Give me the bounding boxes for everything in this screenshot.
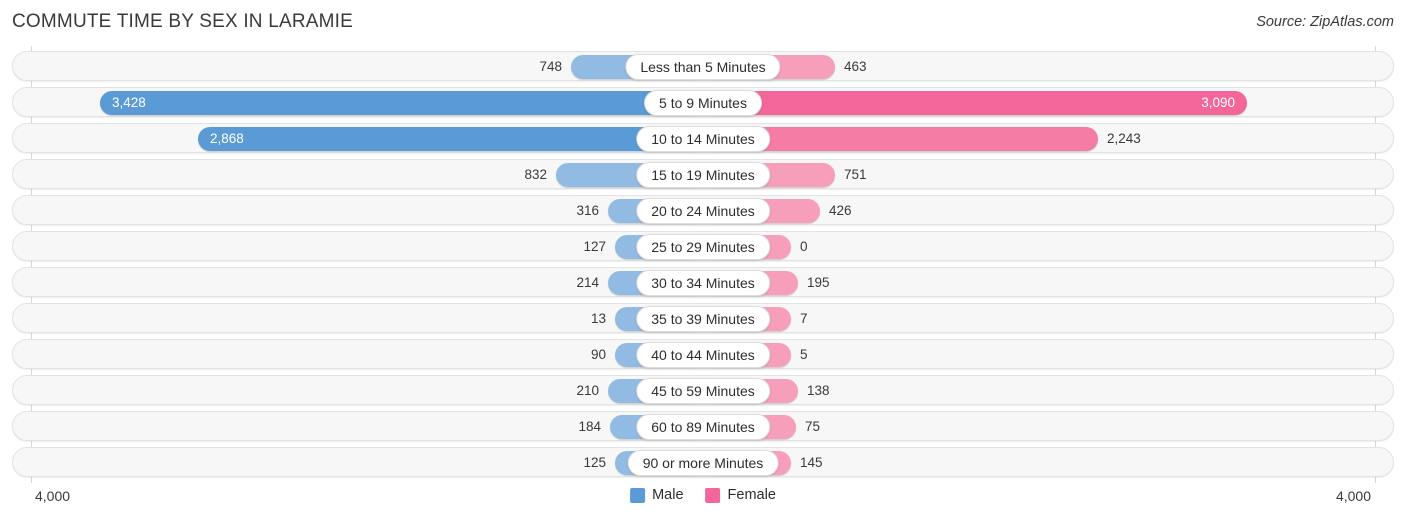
page-title: COMMUTE TIME BY SEX IN LARAMIE (12, 11, 354, 32)
bar-value-male: 214 (576, 275, 599, 290)
table-row[interactable]: 316 426 20 to 24 Minutes (12, 195, 1394, 225)
table-row[interactable]: 214 195 30 to 34 Minutes (12, 267, 1394, 297)
bar-value-female: 463 (844, 59, 867, 74)
bar-value-male: 3,428 (112, 95, 146, 110)
bar-male[interactable]: 3,428 (100, 91, 703, 115)
category-label: 45 to 59 Minutes (636, 378, 770, 404)
legend-label: Male (652, 487, 684, 503)
legend-item-female[interactable]: Female (705, 487, 776, 503)
bar-value-male: 748 (539, 59, 562, 74)
category-label: 20 to 24 Minutes (636, 198, 770, 224)
bar-value-male: 210 (576, 383, 599, 398)
bar-value-female: 2,243 (1107, 131, 1141, 146)
bar-value-male: 184 (578, 419, 601, 434)
bar-value-female: 138 (807, 383, 830, 398)
bar-value-female: 3,090 (1201, 95, 1235, 110)
table-row[interactable]: 832 751 15 to 19 Minutes (12, 159, 1394, 189)
table-row[interactable]: 13 7 35 to 39 Minutes (12, 303, 1394, 333)
bar-value-female: 145 (800, 455, 823, 470)
bar-male[interactable]: 2,868 (198, 127, 703, 151)
bar-value-female: 7 (800, 311, 808, 326)
table-row[interactable]: 125 145 90 or more Minutes (12, 447, 1394, 477)
bar-value-female: 5 (800, 347, 808, 362)
bar-value-male: 316 (576, 203, 599, 218)
chart-page: COMMUTE TIME BY SEX IN LARAMIE Source: Z… (0, 0, 1406, 523)
bar-value-male: 13 (590, 311, 606, 326)
bar-value-female: 195 (807, 275, 830, 290)
axis-label-right: 4,000 (1335, 488, 1371, 504)
bar-value-female: 75 (805, 419, 821, 434)
legend-swatch-icon (630, 487, 646, 503)
legend-label: Female (727, 487, 776, 503)
bar-value-male: 2,868 (210, 131, 244, 146)
category-label: 90 or more Minutes (627, 450, 779, 476)
bar-value-male: 832 (524, 167, 547, 182)
category-label: 40 to 44 Minutes (636, 342, 770, 368)
table-row[interactable]: 184 75 60 to 89 Minutes (12, 411, 1394, 441)
source-attribution: Source: ZipAtlas.com (1256, 14, 1394, 30)
legend-swatch-icon (705, 487, 721, 503)
table-row[interactable]: 3,428 3,090 5 to 9 Minutes (12, 87, 1394, 117)
category-label: 35 to 39 Minutes (636, 306, 770, 332)
bar-value-female: 751 (844, 167, 867, 182)
table-row[interactable]: 2,868 2,243 10 to 14 Minutes (12, 123, 1394, 153)
table-row[interactable]: 127 0 25 to 29 Minutes (12, 231, 1394, 261)
bar-value-female: 0 (800, 239, 808, 254)
category-label: 5 to 9 Minutes (644, 90, 762, 116)
chart-footer: 4,000 Male Female 4,000 (0, 483, 1406, 523)
axis-label-left: 4,000 (35, 488, 71, 504)
category-label: 25 to 29 Minutes (636, 234, 770, 260)
chart-legend: Male Female (630, 487, 776, 503)
bar-value-male: 125 (583, 455, 606, 470)
table-row[interactable]: 90 5 40 to 44 Minutes (12, 339, 1394, 369)
category-label: Less than 5 Minutes (625, 54, 781, 80)
table-row[interactable]: 748 463 Less than 5 Minutes (12, 51, 1394, 81)
chart-plot-area: 748 463 Less than 5 Minutes 3,428 3,090 5 to … (0, 46, 1406, 483)
category-label: 15 to 19 Minutes (636, 162, 770, 188)
bar-female[interactable]: 3,090 (703, 91, 1247, 115)
category-label: 10 to 14 Minutes (636, 126, 770, 152)
bar-value-male: 90 (590, 347, 606, 362)
bar-value-male: 127 (583, 239, 606, 254)
legend-item-male[interactable]: Male (630, 487, 684, 503)
bar-rows-container: 748 463 Less than 5 Minutes 3,428 3,090 5 to … (0, 46, 1406, 483)
chart-header: COMMUTE TIME BY SEX IN LARAMIE Source: Z… (0, 0, 1406, 46)
category-label: 30 to 34 Minutes (636, 270, 770, 296)
category-label: 60 to 89 Minutes (636, 414, 770, 440)
table-row[interactable]: 210 138 45 to 59 Minutes (12, 375, 1394, 405)
bar-value-female: 426 (829, 203, 852, 218)
